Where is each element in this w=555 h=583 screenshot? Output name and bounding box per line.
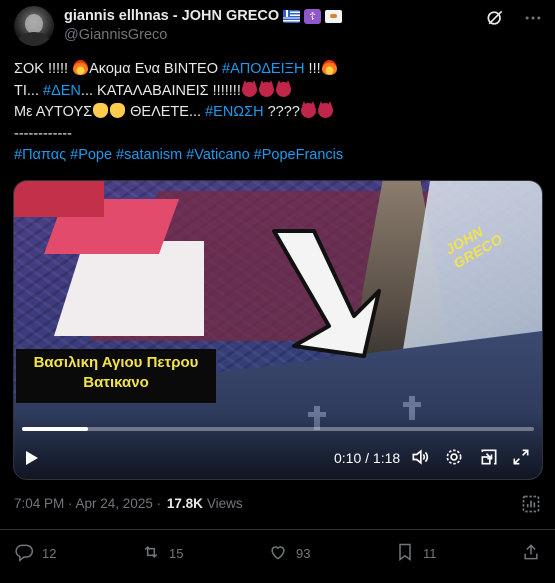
video-controls: 0:10 / 1:18	[14, 413, 542, 479]
tweet-text: ΣΟΚ !!!!! Ακομα Ενα ΒΙΝΤΕΟ #ΑΠΟΔΕΙΞΗ !!!…	[14, 59, 544, 167]
volume-icon[interactable]	[410, 447, 430, 472]
fire-emoji-icon	[321, 60, 337, 75]
hashtag-papas[interactable]: #Παπας	[14, 147, 66, 163]
reply-button[interactable]: 12	[14, 542, 56, 565]
bookmark-button[interactable]: 11	[395, 542, 437, 565]
picture-in-picture-icon[interactable]	[479, 447, 499, 472]
settings-icon[interactable]	[444, 447, 464, 472]
cyprus-flag-icon	[325, 9, 343, 23]
video-time: 0:10 / 1:18	[334, 450, 401, 466]
reply-count: 12	[42, 545, 57, 561]
hashtag-satanism[interactable]: #satanism	[116, 147, 182, 163]
fire-emoji-icon	[73, 60, 89, 75]
share-icon	[521, 542, 541, 565]
play-icon[interactable]	[26, 451, 38, 465]
heart-icon	[268, 542, 288, 565]
hashtag-popefrancis[interactable]: #PopeFrancis	[254, 147, 343, 163]
video-caption-line-1: Βασιλικη Αγιου Πετρου	[33, 354, 199, 371]
fullscreen-icon[interactable]	[511, 447, 531, 472]
views-label: Views	[206, 496, 243, 511]
repost-icon	[141, 542, 161, 565]
like-count: 93	[295, 545, 311, 561]
greece-flag-icon	[283, 9, 301, 23]
views-count: 17.8K	[166, 496, 203, 511]
hashtag-vaticano[interactable]: #Vaticano	[186, 147, 249, 163]
repost-button[interactable]: 15	[141, 542, 183, 565]
tweet-header: giannis ellhnas - JOHN GRECO ☦ @GiannisG…	[14, 6, 545, 46]
divider	[0, 529, 555, 530]
video-progress-fill	[22, 427, 88, 431]
share-button[interactable]	[521, 542, 541, 565]
devil-emoji-icon	[317, 101, 333, 118]
tweet-line-2: ΤΙ... #ΔΕΝ... ΚΑΤΑΛΑΒΑΙΝΕΙΣ !!!!!!!	[14, 79, 544, 103]
arrow-icon	[272, 229, 381, 358]
repost-count: 15	[168, 545, 184, 561]
display-name-text[interactable]: giannis ellhnas - JOHN GRECO	[64, 8, 279, 24]
tweet-line-1-tail: !!!	[308, 61, 321, 77]
tweet-separator: ------------	[14, 125, 72, 142]
tweet-line-2-start: ΤΙ...	[14, 82, 39, 99]
devil-emoji-icon	[258, 79, 274, 97]
devil-emoji-icon	[241, 79, 257, 97]
tweet-timestamp[interactable]: 7:04 PM · Apr 24, 2025 ·	[14, 496, 161, 511]
tweet-line-3: Με ΑΥΤΟΥΣ ΘΕΛΕΤΕ... #ΕΝΩΣΗ ????	[14, 101, 544, 124]
more-icon[interactable]	[523, 8, 543, 33]
tweet-line-1: ΣΟΚ !!!!! Ακομα Ενα ΒΙΝΤΕΟ #ΑΠΟΔΕΙΞΗ !!!	[14, 59, 544, 81]
pointing-down-emoji-icon	[110, 103, 126, 118]
like-button[interactable]: 93	[268, 542, 310, 565]
bookmark-icon	[395, 542, 415, 565]
video-frame-block-top	[14, 181, 104, 217]
devil-emoji-icon	[275, 79, 291, 97]
hashtag-enosi[interactable]: #ΕΝΩΣΗ	[205, 104, 263, 120]
tweet-line-1-mid: Ακομα Ενα ΒΙΝΤΕΟ	[89, 61, 219, 77]
video-player[interactable]: JOHN GRECO Βασιλικη Αγιου Πετρου Βατικαν…	[13, 180, 543, 480]
action-bar: 12 15 93 11	[14, 540, 541, 566]
hashtag-pope[interactable]: #Pope	[70, 147, 112, 163]
pointing-down-emoji-icon	[93, 103, 109, 118]
hashtag-den[interactable]: #ΔΕΝ	[43, 83, 81, 99]
avatar[interactable]	[14, 6, 54, 46]
tweet-line-2-tail: ... ΚΑΤΑΛΑΒΑΙΝΕΙΣ !!!!!!!	[80, 82, 241, 99]
video-caption: Βασιλικη Αγιου Πετρου Βατικανο	[16, 349, 216, 403]
bookmark-count: 11	[422, 545, 437, 561]
analytics-icon[interactable]	[521, 494, 541, 519]
author-names: giannis ellhnas - JOHN GRECO ☦ @GiannisG…	[64, 8, 343, 43]
display-name[interactable]: giannis ellhnas - JOHN GRECO ☦	[64, 8, 343, 24]
header-actions	[485, 8, 543, 33]
tweet-line-3-mid: ΘΕΛΕΤΕ...	[130, 104, 202, 120]
hashtag-apodeixi[interactable]: #ΑΠΟΔΕΙΞΗ	[222, 61, 304, 77]
devil-emoji-icon	[300, 101, 316, 118]
grok-icon[interactable]	[485, 8, 505, 33]
tweet-line-3-tail: ????	[267, 104, 300, 120]
tweet-line-3-start: Με ΑΥΤΟΥΣ	[14, 104, 93, 120]
hashtag-row: #Παπας #Pope #satanism #Vaticano #PopeFr…	[14, 145, 544, 167]
video-caption-line-2: Βατικανο	[83, 374, 149, 391]
tweet-meta: 7:04 PM · Apr 24, 2025 · 17.8K Views	[14, 496, 243, 511]
tweet-line-1-start: ΣΟΚ !!!!!	[14, 61, 69, 77]
video-progress-bar[interactable]	[22, 427, 534, 431]
orthodox-cross-icon: ☦	[304, 8, 322, 24]
reply-icon	[14, 542, 34, 565]
author-handle[interactable]: @GiannisGreco	[64, 27, 342, 43]
